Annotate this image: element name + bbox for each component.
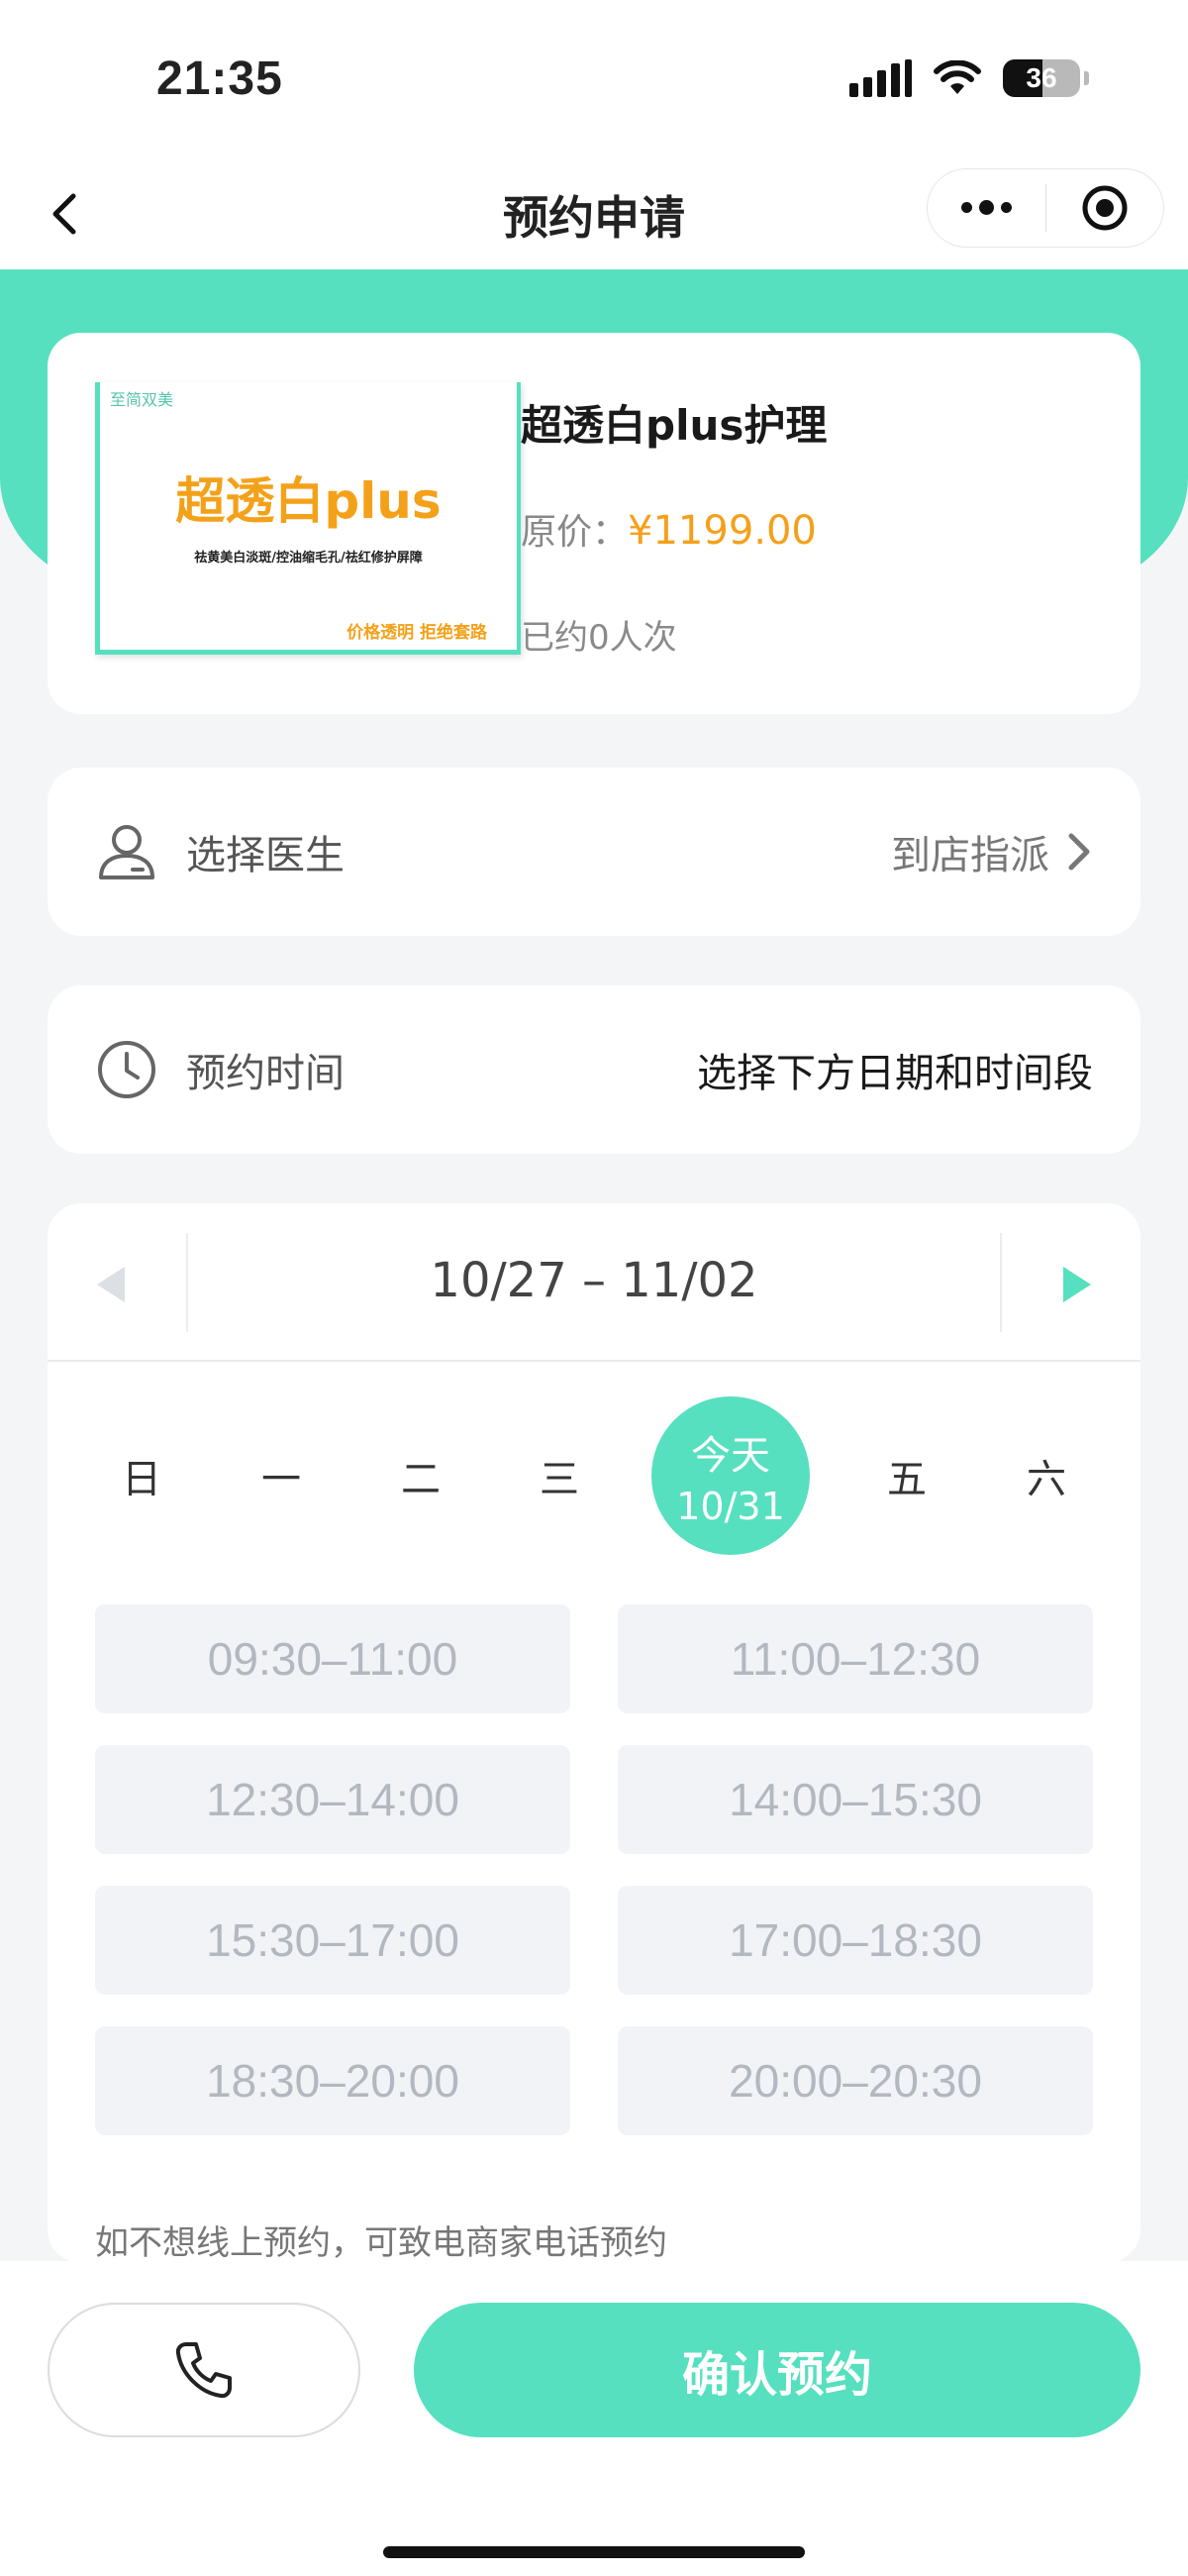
product-image: 至简双美 超透白plus 祛黄美白淡斑/控油缩毛孔/祛红修护屏障 价格透明 拒绝… — [95, 382, 521, 655]
phone-booking-note: 如不想线上预约，可致电商家电话预约 — [95, 2223, 667, 2263]
doctor-value: 到店指派 — [891, 823, 1093, 880]
chevron-right-icon — [1068, 833, 1090, 871]
nav-bar: 预约申请 — [0, 158, 1188, 269]
product-name: 超透白plus护理 — [521, 401, 828, 450]
day-fri[interactable]: 五 — [828, 1396, 986, 1555]
status-time: 21:35 — [156, 52, 283, 105]
time-slot[interactable]: 20:00–20:30 — [618, 2026, 1093, 2135]
day-sun[interactable]: 日 — [62, 1396, 221, 1555]
time-slot[interactable]: 12:30–14:00 — [95, 1745, 570, 1854]
doctor-value-text: 到店指派 — [891, 833, 1049, 878]
wifi-icon — [934, 60, 981, 94]
target-icon — [1082, 185, 1128, 231]
select-doctor-label: 选择医生 — [186, 833, 345, 878]
time-slot[interactable]: 18:30–20:00 — [95, 2026, 570, 2135]
product-image-title: 超透白plus — [175, 472, 442, 530]
time-slot[interactable]: 15:30–17:00 — [95, 1886, 570, 1995]
product-card[interactable]: 至简双美 超透白plus 祛黄美白淡斑/控油缩毛孔/祛红修护屏障 价格透明 拒绝… — [48, 333, 1140, 714]
product-image-subtitle: 祛黄美白淡斑/控油缩毛孔/祛红修护屏障 — [194, 551, 423, 566]
time-slot[interactable]: 11:00–12:30 — [618, 1604, 1093, 1713]
time-slot[interactable]: 17:00–18:30 — [618, 1886, 1093, 1995]
time-slot[interactable]: 14:00–15:30 — [618, 1745, 1093, 1854]
clock-icon — [98, 1041, 155, 1098]
day-tue[interactable]: 二 — [342, 1396, 500, 1555]
day-mon[interactable]: 一 — [202, 1396, 360, 1555]
battery-tip — [1084, 71, 1089, 85]
bottom-action-bar: 确认预约 — [0, 2261, 1188, 2576]
close-target-button[interactable] — [1046, 183, 1164, 233]
status-bar: 21:35 36 — [0, 0, 1188, 158]
booked-count: 已约0人次 — [521, 618, 677, 658]
signal-icon — [849, 59, 912, 97]
day-today[interactable]: 今天 10/31 — [651, 1396, 810, 1555]
price-label: 原价： — [521, 512, 629, 553]
status-icons: 36 — [849, 59, 1089, 97]
week-range: 10/27 – 11/02 — [430, 1253, 758, 1308]
appointment-time-label: 预约时间 — [186, 1051, 345, 1096]
today-date: 10/31 — [676, 1485, 785, 1528]
next-week-icon[interactable] — [1057, 1263, 1097, 1306]
week-divider-right — [1000, 1233, 1002, 1332]
home-indicator — [383, 2546, 805, 2558]
user-icon — [99, 825, 154, 879]
price-value: ¥1199.00 — [628, 508, 817, 554]
confirm-booking-button[interactable]: 确认预约 — [414, 2303, 1140, 2437]
product-image-logo: 至简双美 — [110, 390, 174, 409]
select-doctor-row[interactable]: 选择医生 到店指派 — [48, 768, 1140, 936]
schedule-card: 10/27 – 11/02 日 一 二 三 今天 10/31 五 六 09:30… — [48, 1203, 1140, 2263]
mini-program-capsule — [927, 168, 1164, 248]
weekday-row: 日 一 二 三 今天 10/31 五 六 — [48, 1396, 1140, 1565]
product-image-footer: 价格透明 拒绝套路 — [346, 623, 487, 643]
time-slot[interactable]: 09:30–11:00 — [95, 1604, 570, 1713]
product-price: 原价：¥1199.00 — [521, 503, 817, 555]
day-sat[interactable]: 六 — [967, 1396, 1126, 1555]
more-icon[interactable] — [928, 199, 1045, 215]
phone-icon — [175, 2342, 232, 2399]
call-merchant-button[interactable] — [48, 2303, 360, 2437]
day-wed[interactable]: 三 — [480, 1396, 639, 1555]
battery-indicator: 36 — [1003, 59, 1080, 97]
week-selector: 10/27 – 11/02 — [48, 1203, 1140, 1362]
battery-level: 36 — [1026, 62, 1057, 93]
appointment-time-value: 选择下方日期和时间段 — [697, 1051, 1093, 1096]
appointment-time-row: 预约时间 选择下方日期和时间段 — [48, 985, 1140, 1154]
today-label: 今天 — [691, 1433, 770, 1479]
